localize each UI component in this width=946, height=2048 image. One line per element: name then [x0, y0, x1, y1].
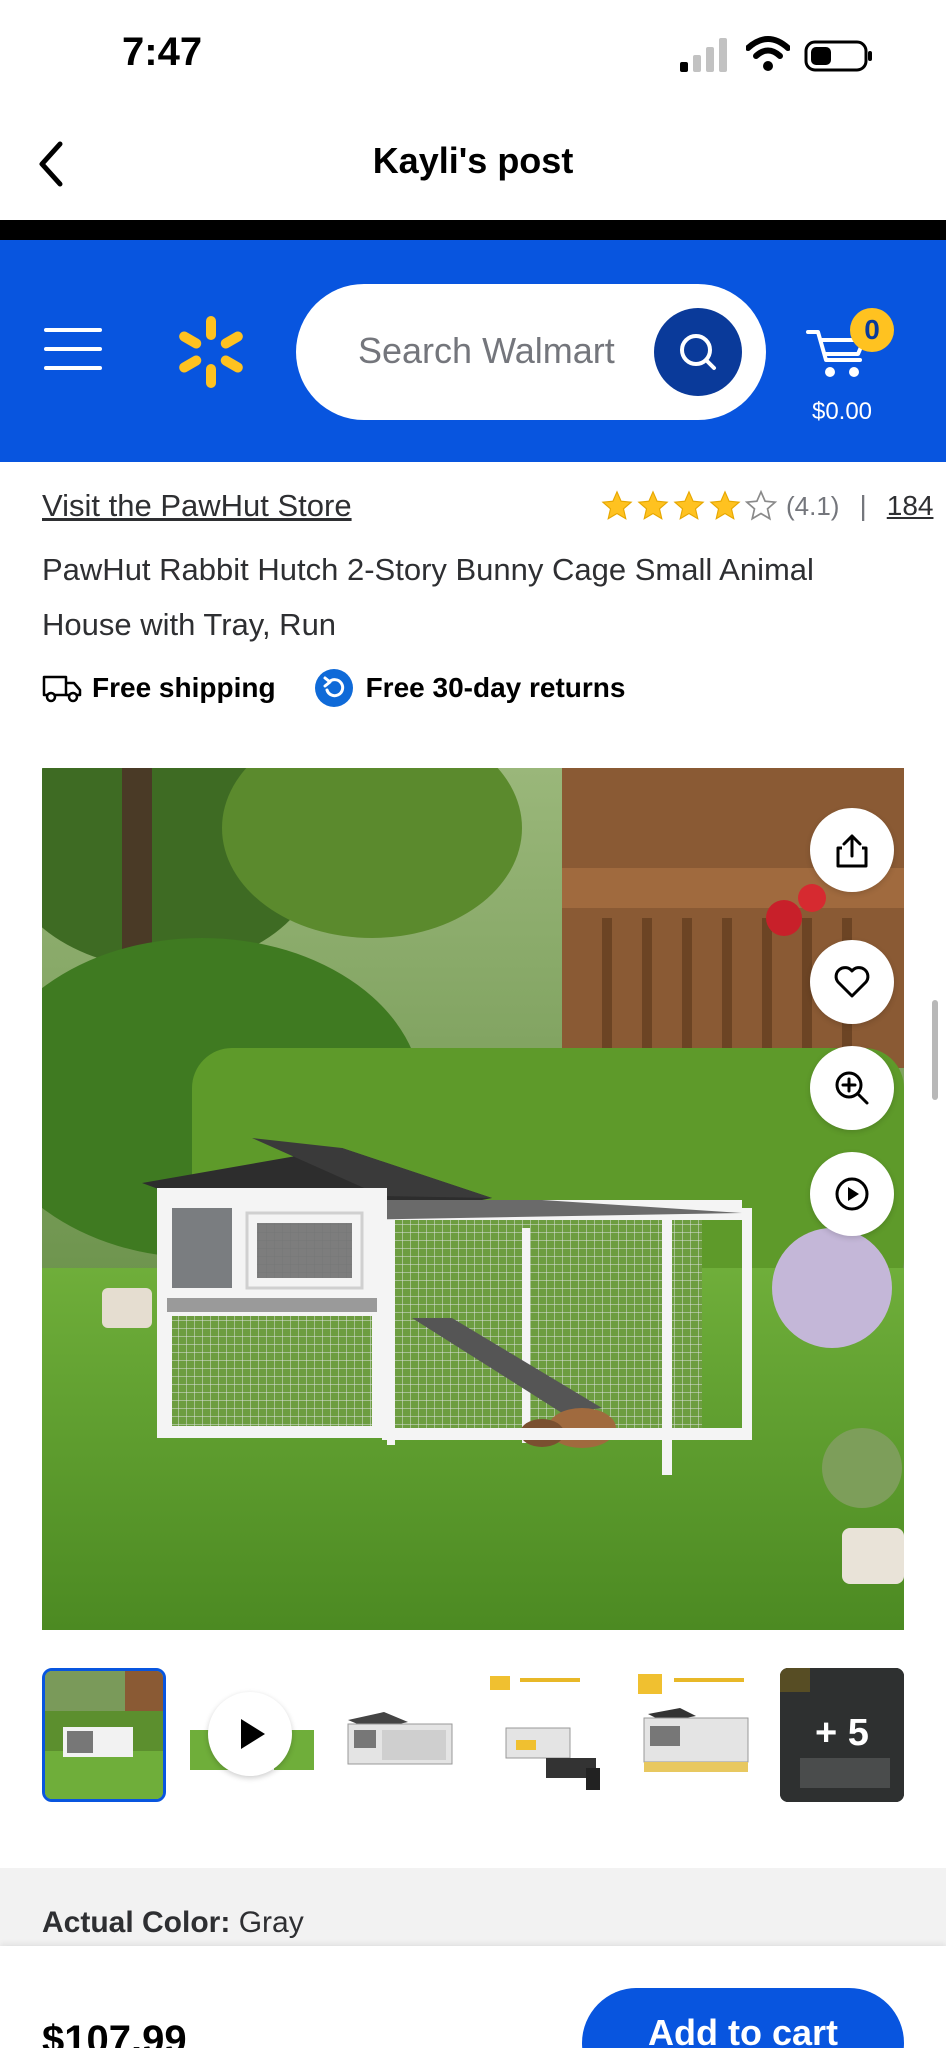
store-link[interactable]: Visit the PawHut Store: [42, 488, 352, 524]
add-to-cart-button[interactable]: Add to cart: [582, 1988, 904, 2048]
thumbnail-item[interactable]: [42, 1668, 166, 1802]
zoom-button[interactable]: [810, 1046, 894, 1130]
thumbnail-image: [634, 1668, 758, 1802]
return-icon: [314, 669, 353, 707]
status-bar: 7:47: [0, 0, 946, 110]
walmart-header: Search Walmart 0 $0.00: [0, 240, 946, 462]
more-thumbnails-button[interactable]: + 5: [780, 1668, 904, 1802]
thumbnail-item[interactable]: [338, 1668, 462, 1802]
cart-count-badge: 0: [850, 308, 894, 352]
play-overlay: [208, 1692, 292, 1776]
product-main-image[interactable]: [42, 768, 904, 1630]
heart-icon: [834, 966, 870, 998]
video-thumbnail[interactable]: [190, 1668, 314, 1802]
star-filled-icon: [709, 490, 741, 520]
favorite-button[interactable]: [810, 940, 894, 1024]
play-icon: [241, 1719, 265, 1749]
thumbnail-item[interactable]: [486, 1668, 610, 1802]
thumbnail-strip: + 5: [42, 1668, 904, 1804]
zoom-in-icon: [835, 1071, 869, 1105]
search-input[interactable]: Search Walmart: [296, 284, 766, 420]
play-icon: [835, 1177, 869, 1211]
cart-button[interactable]: 0 $0.00: [800, 280, 900, 425]
product-photo: [42, 768, 904, 1630]
wifi-icon: [746, 36, 790, 71]
share-button[interactable]: [810, 808, 894, 892]
page-title: Kayli's post: [372, 140, 574, 181]
star-filled-icon: [673, 490, 705, 520]
thumbnail-image: [45, 1671, 163, 1799]
star-filled-icon: [601, 490, 633, 520]
thumbnail-item[interactable]: [634, 1668, 758, 1802]
walmart-spark-logo-icon[interactable]: [174, 314, 248, 390]
review-count-link[interactable]: 184: [887, 490, 934, 522]
search-placeholder: Search Walmart: [358, 330, 615, 371]
scrollbar[interactable]: [932, 1000, 938, 1100]
cellular-signal-icon: [680, 38, 727, 72]
more-thumbnails-label: + 5: [815, 1712, 869, 1754]
cart-total: $0.00: [811, 398, 873, 425]
star-filled-icon: [637, 490, 669, 520]
search-icon: [680, 334, 716, 370]
status-time: 7:47: [122, 30, 203, 74]
shipping-badges: Free shipping Free 30-day returns: [42, 666, 625, 710]
share-icon: [836, 834, 868, 868]
play-video-button[interactable]: [810, 1152, 894, 1236]
hamburger-menu-icon[interactable]: [44, 326, 102, 372]
rating-stars: [600, 489, 778, 523]
color-label: Actual Color: Gray: [42, 1906, 304, 1940]
bottom-action-bar: $107.99 Add to cart: [0, 1946, 946, 2048]
free-returns-label: Free 30-day returns: [365, 672, 626, 703]
free-returns-badge: Free 30-day returns: [314, 668, 626, 708]
rating-value: (4.1): [786, 490, 840, 521]
rating-separator: |: [859, 490, 867, 521]
free-shipping-badge: Free shipping: [42, 672, 276, 704]
battery-icon: [804, 40, 872, 72]
price: $107.99: [42, 2018, 187, 2048]
star-empty-icon: [744, 489, 778, 521]
search-button[interactable]: [654, 308, 742, 396]
color-value: Gray: [238, 1906, 304, 1939]
thumbnail-image: [338, 1668, 462, 1802]
free-shipping-label: Free shipping: [92, 672, 276, 703]
truck-icon: [42, 675, 82, 703]
thumbnail-image: [486, 1668, 610, 1802]
color-label-text: Actual Color:: [42, 1906, 231, 1939]
rating[interactable]: (4.1) | 184: [600, 486, 933, 526]
color-selector: Actual Color: Gray: [0, 1868, 946, 1948]
divider-band: [0, 220, 946, 240]
product-title: PawHut Rabbit Hutch 2-Story Bunny Cage S…: [42, 552, 814, 642]
nav-header: Kayli's post: [0, 110, 946, 220]
